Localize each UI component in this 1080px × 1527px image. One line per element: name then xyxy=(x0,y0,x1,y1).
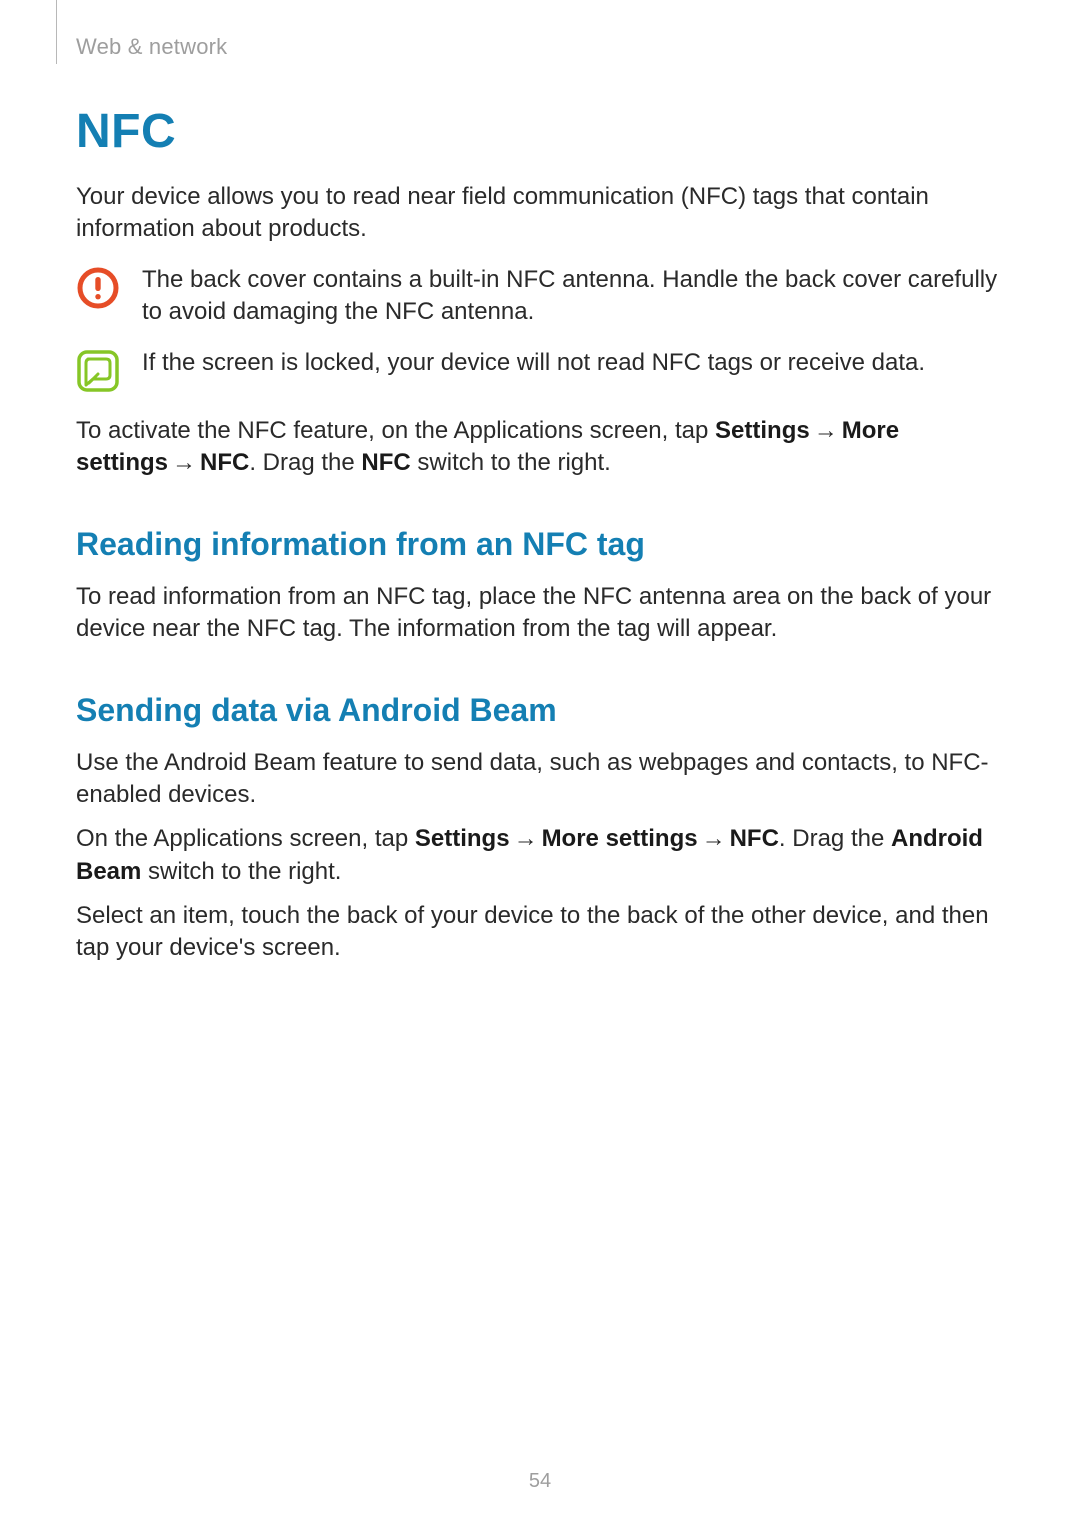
page-title: NFC xyxy=(76,104,1004,159)
warning-text: The back cover contains a built-in NFC a… xyxy=(142,264,1004,329)
bold-settings: Settings xyxy=(715,417,810,444)
arrow-icon: → xyxy=(698,825,730,852)
note-text: If the screen is locked, your device wil… xyxy=(142,347,1004,379)
text-fragment: On the Applications screen, tap xyxy=(76,825,415,852)
arrow-icon: → xyxy=(168,449,200,476)
body-text: Your device allows you to read near fiel… xyxy=(76,181,1004,965)
beam-heading: Sending data via Android Beam xyxy=(76,689,1004,732)
arrow-icon: → xyxy=(810,417,842,444)
note-icon xyxy=(76,349,120,393)
bold-more-settings: More settings xyxy=(542,825,698,852)
section-header: Web & network xyxy=(76,34,227,60)
warning-callout: The back cover contains a built-in NFC a… xyxy=(76,264,1004,329)
warning-icon xyxy=(76,266,120,310)
arrow-icon: → xyxy=(510,825,542,852)
text-fragment: . Drag the xyxy=(779,825,891,852)
page-number: 54 xyxy=(0,1470,1080,1493)
reading-body: To read information from an NFC tag, pla… xyxy=(76,581,1004,646)
beam-p1: Use the Android Beam feature to send dat… xyxy=(76,747,1004,812)
note-callout: If the screen is locked, your device wil… xyxy=(76,347,1004,393)
text-fragment: switch to the right. xyxy=(411,449,611,476)
header-rule xyxy=(44,0,57,64)
text-fragment: switch to the right. xyxy=(141,858,341,885)
intro-paragraph: Your device allows you to read near fiel… xyxy=(76,181,1004,246)
activate-paragraph: To activate the NFC feature, on the Appl… xyxy=(76,415,1004,480)
bold-nfc-switch: NFC xyxy=(361,449,410,476)
beam-p3: Select an item, touch the back of your d… xyxy=(76,900,1004,965)
text-fragment: . Drag the xyxy=(249,449,361,476)
beam-p2: On the Applications screen, tap Settings… xyxy=(76,823,1004,888)
manual-page: Web & network NFC Your device allows you… xyxy=(0,0,1080,1527)
text-fragment: To activate the NFC feature, on the Appl… xyxy=(76,417,715,444)
bold-settings: Settings xyxy=(415,825,510,852)
bold-nfc: NFC xyxy=(730,825,779,852)
content-area: NFC Your device allows you to read near … xyxy=(76,104,1004,977)
reading-heading: Reading information from an NFC tag xyxy=(76,523,1004,566)
bold-nfc: NFC xyxy=(200,449,249,476)
